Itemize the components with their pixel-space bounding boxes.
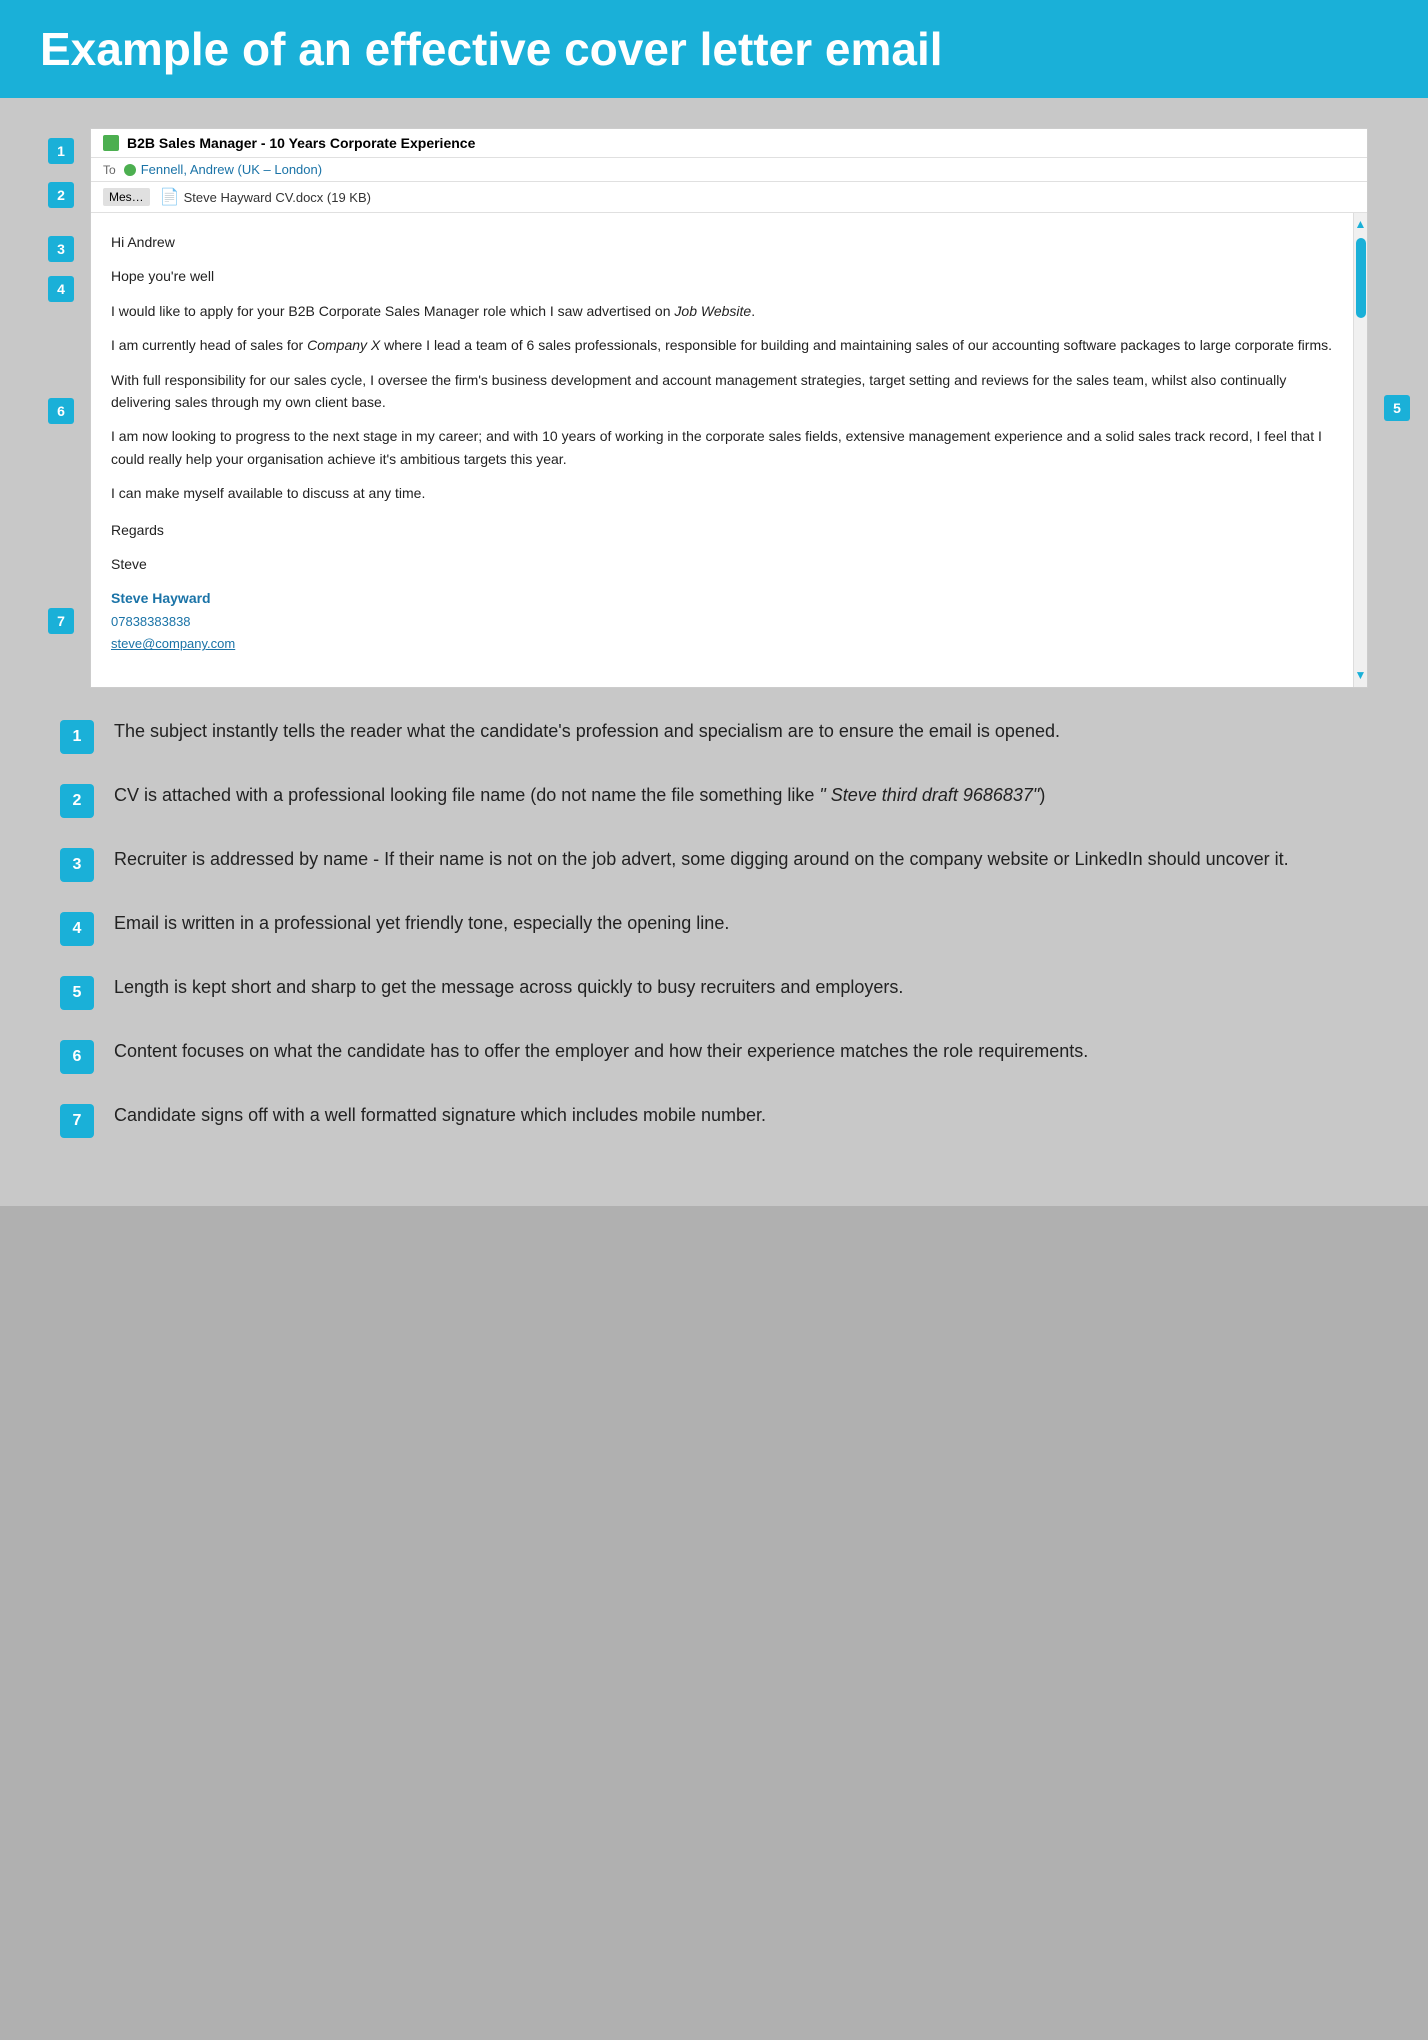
sig-full-name: Steve Hayward (111, 590, 211, 606)
point-item-5: 5 Length is kept short and sharp to get … (60, 974, 1368, 1010)
para-4: I am now looking to progress to the next… (111, 425, 1343, 470)
points-list: 1 The subject instantly tells the reader… (60, 718, 1368, 1138)
email-subject: B2B Sales Manager - 10 Years Corporate E… (127, 135, 475, 151)
sig-phone: 07838383838 (111, 614, 191, 629)
email-recipient: Fennell, Andrew (UK – London) (141, 162, 322, 177)
email-body: Hi Andrew Hope you're well I would like … (91, 213, 1367, 687)
point-text-3: Recruiter is addressed by name - If thei… (114, 846, 1289, 873)
attachment-name: Steve Hayward CV.docx (19 KB) (184, 190, 371, 205)
point-text-2: CV is attached with a professional looki… (114, 782, 1045, 809)
annotation-badge-6: 6 (48, 398, 74, 424)
scroll-thumb[interactable] (1356, 238, 1366, 318)
email-mockup: B2B Sales Manager - 10 Years Corporate E… (90, 128, 1368, 688)
sign-off: Regards (111, 519, 1343, 541)
para-5: I can make myself available to discuss a… (111, 482, 1343, 504)
page-title: Example of an effective cover letter ema… (40, 22, 1388, 76)
point-item-3: 3 Recruiter is addressed by name - If th… (60, 846, 1368, 882)
sig-email: steve@company.com (111, 636, 235, 651)
point-text-4: Email is written in a professional yet f… (114, 910, 729, 937)
point-item-7: 7 Candidate signs off with a well format… (60, 1102, 1368, 1138)
point-text-6: Content focuses on what the candidate ha… (114, 1038, 1088, 1065)
point-badge-3: 3 (60, 848, 94, 882)
word-icon: 📄 (160, 187, 180, 207)
greeting: Hi Andrew (111, 231, 1343, 253)
point-item-1: 1 The subject instantly tells the reader… (60, 718, 1368, 754)
point-badge-4: 4 (60, 912, 94, 946)
sign-name: Steve (111, 553, 1343, 575)
annotation-badge-1: 1 (48, 138, 74, 164)
annotation-badge-3: 3 (48, 236, 74, 262)
para-1: I would like to apply for your B2B Corpo… (111, 300, 1343, 322)
scrollbar[interactable]: ▲ ▼ (1353, 213, 1367, 687)
point-text-5: Length is kept short and sharp to get th… (114, 974, 903, 1001)
scroll-down-arrow[interactable]: ▼ (1355, 666, 1367, 685)
recipient-indicator (124, 164, 136, 176)
scroll-up-arrow[interactable]: ▲ (1355, 215, 1367, 234)
annotation-badge-2: 2 (48, 182, 74, 208)
point-item-2: 2 CV is attached with a professional loo… (60, 782, 1368, 818)
point-text-7: Candidate signs off with a well formatte… (114, 1102, 766, 1129)
point-badge-6: 6 (60, 1040, 94, 1074)
page-header: Example of an effective cover letter ema… (0, 0, 1428, 98)
para-2: I am currently head of sales for Company… (111, 334, 1343, 356)
point-badge-2: 2 (60, 784, 94, 818)
email-wrapper: 1 2 3 4 6 7 5 B2B Sales Manager - 10 Yea… (90, 128, 1368, 688)
annotation-badge-5: 5 (1384, 395, 1410, 421)
to-label: To (103, 163, 116, 177)
email-to-row: To Fennell, Andrew (UK – London) (91, 158, 1367, 182)
point-item-6: 6 Content focuses on what the candidate … (60, 1038, 1368, 1074)
opening: Hope you're well (111, 265, 1343, 287)
email-subject-row: B2B Sales Manager - 10 Years Corporate E… (91, 129, 1367, 158)
point-item-4: 4 Email is written in a professional yet… (60, 910, 1368, 946)
annotation-badge-4: 4 (48, 276, 74, 302)
point-badge-5: 5 (60, 976, 94, 1010)
para-3: With full responsibility for our sales c… (111, 369, 1343, 414)
point-badge-1: 1 (60, 720, 94, 754)
message-tab: Mes… (103, 188, 150, 206)
status-indicator (103, 135, 119, 151)
email-attachment-row: Mes… 📄 Steve Hayward CV.docx (19 KB) (91, 182, 1367, 213)
point-text-1: The subject instantly tells the reader w… (114, 718, 1060, 745)
annotation-badge-7: 7 (48, 608, 74, 634)
point-badge-7: 7 (60, 1104, 94, 1138)
content-area: 1 2 3 4 6 7 5 B2B Sales Manager - 10 Yea… (0, 98, 1428, 1206)
signature: Steve Hayward 07838383838 steve@company.… (111, 587, 1343, 655)
